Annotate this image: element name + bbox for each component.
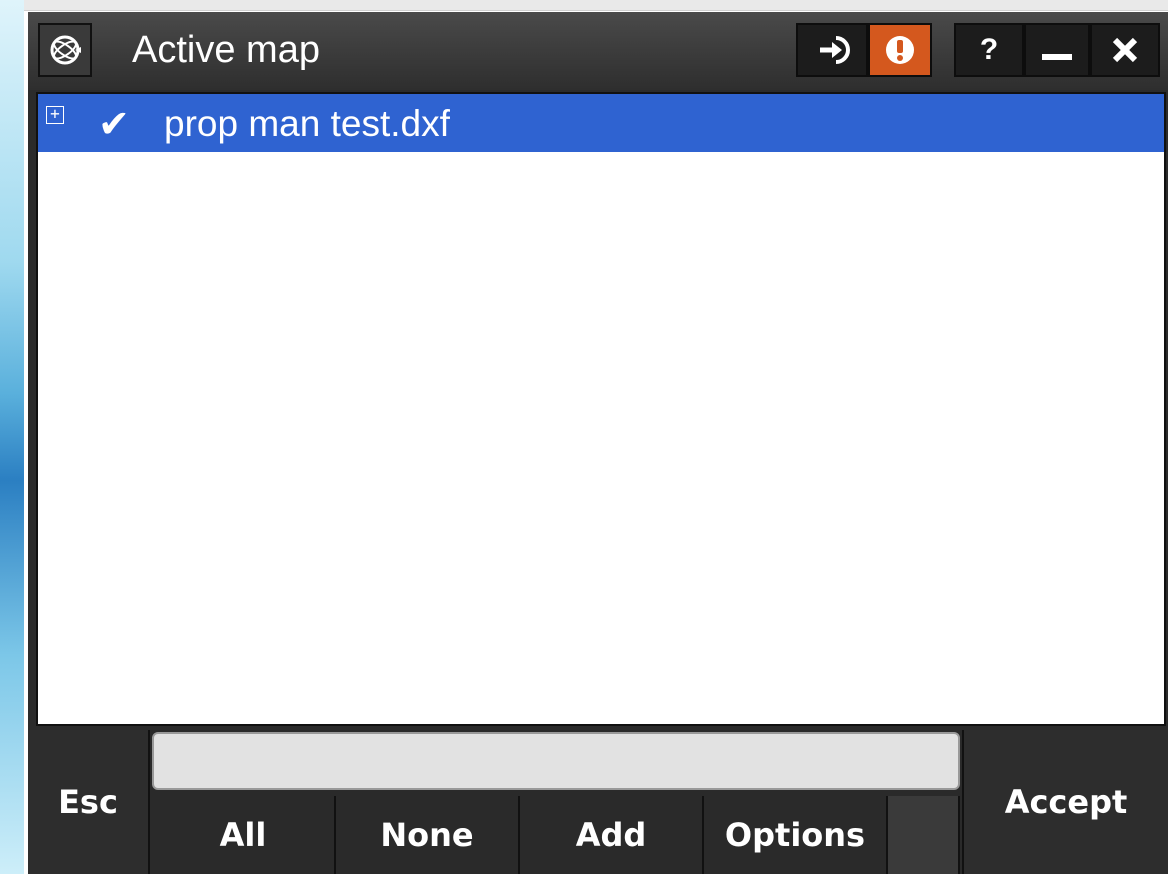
active-map-window: Active map ? + ✔ prop man test.dxf Esc A… bbox=[28, 12, 1168, 874]
screen-top-edge bbox=[24, 0, 1168, 11]
accept-button[interactable]: Accept bbox=[962, 730, 1168, 874]
list-item-label: prop man test.dxf bbox=[164, 103, 450, 144]
list-item[interactable]: + ✔ prop man test.dxf bbox=[38, 94, 1164, 152]
options-button[interactable]: Options bbox=[704, 796, 888, 874]
function-button-row: All None Add Options bbox=[152, 796, 960, 874]
map-layer-list[interactable]: + ✔ prop man test.dxf bbox=[36, 92, 1166, 726]
arrow-into-icon[interactable] bbox=[796, 23, 868, 77]
checkmark-icon[interactable]: ✔ bbox=[98, 104, 130, 144]
exclamation-icon[interactable] bbox=[868, 23, 932, 77]
desktop-background-strip bbox=[0, 0, 24, 874]
close-icon[interactable] bbox=[1090, 23, 1160, 77]
esc-button[interactable]: Esc bbox=[28, 730, 150, 874]
all-button[interactable]: All bbox=[152, 796, 336, 874]
none-button[interactable]: None bbox=[336, 796, 520, 874]
help-button[interactable]: ? bbox=[954, 23, 1024, 77]
add-button[interactable]: Add bbox=[520, 796, 704, 874]
title-bar: Active map ? bbox=[28, 12, 1168, 90]
minimize-icon[interactable] bbox=[1024, 23, 1090, 77]
status-message-field bbox=[152, 732, 960, 790]
expand-icon[interactable]: + bbox=[46, 106, 64, 124]
window-title: Active map bbox=[132, 29, 320, 71]
bottom-softkey-bar: Esc All None Add Options Accept bbox=[28, 730, 1168, 874]
trimble-globe-icon[interactable] bbox=[38, 23, 92, 77]
empty-function-slot bbox=[888, 796, 960, 874]
